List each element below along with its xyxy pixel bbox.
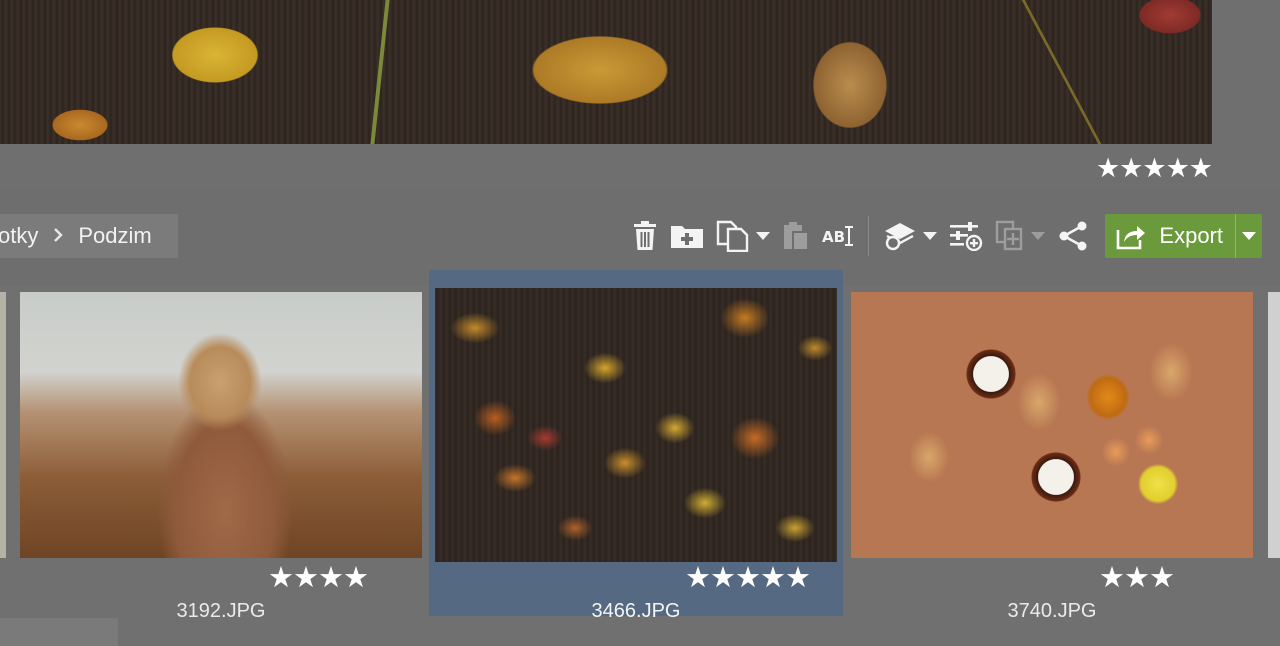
share-icon bbox=[1059, 221, 1087, 251]
new-folder-button[interactable] bbox=[670, 214, 704, 258]
chevron-down-icon bbox=[1031, 232, 1046, 240]
thumbnail-rating[interactable]: ★★★★ bbox=[268, 562, 369, 592]
export-button[interactable]: Export bbox=[1105, 214, 1235, 258]
paste-icon bbox=[784, 222, 810, 251]
chevron-right-icon bbox=[52, 226, 64, 247]
svg-text:AB: AB bbox=[822, 228, 845, 246]
export-button-group: Export bbox=[1105, 214, 1262, 258]
copy-dropdown-button[interactable] bbox=[756, 214, 771, 258]
effects-dropdown-button[interactable] bbox=[923, 214, 938, 258]
batch-icon bbox=[996, 220, 1023, 251]
adjust-button[interactable] bbox=[949, 214, 983, 258]
batch-button[interactable] bbox=[995, 214, 1025, 258]
leaf-stem bbox=[1021, 0, 1102, 144]
chevron-down-icon bbox=[923, 232, 938, 240]
thumbnail-card[interactable]: ★★★ 3740.JPG bbox=[845, 270, 1259, 622]
thumbnail-card[interactable]: ★★★★ 3192.JPG bbox=[14, 270, 428, 622]
copy-icon bbox=[717, 220, 749, 252]
rename-button[interactable]: AB bbox=[822, 214, 854, 258]
copy-to-button[interactable] bbox=[716, 214, 750, 258]
thumbnail-image[interactable] bbox=[851, 292, 1253, 558]
filmstrip: ★★★★ 3192.JPG ★★★★★ 3466.JPG ★★★ 3740.JP… bbox=[0, 270, 1280, 646]
thumbnail-image[interactable] bbox=[20, 292, 422, 558]
leaf-stem bbox=[370, 0, 390, 144]
trash-icon bbox=[634, 221, 657, 250]
rename-icon: AB bbox=[822, 226, 854, 246]
batch-dropdown-button[interactable] bbox=[1031, 214, 1046, 258]
thumbnail-filename: 3466.JPG bbox=[591, 600, 681, 622]
effects-button[interactable] bbox=[883, 214, 917, 258]
scrollbar[interactable] bbox=[0, 618, 118, 646]
new-folder-icon bbox=[671, 226, 704, 248]
preview-rating[interactable]: ★★★★★ bbox=[1096, 154, 1213, 184]
export-dropdown-button[interactable] bbox=[1236, 214, 1262, 258]
breadcrumb: otky Podzim bbox=[0, 214, 178, 258]
thumbnail-image[interactable] bbox=[435, 288, 837, 562]
breadcrumb-item-current[interactable]: Podzim bbox=[78, 223, 151, 249]
effects-icon bbox=[885, 223, 916, 251]
thumbnail-partial-right[interactable] bbox=[1268, 292, 1280, 558]
thumbnail-rating[interactable]: ★★★★★ bbox=[685, 562, 811, 592]
preview-area: ★★★★★ bbox=[0, 0, 1280, 190]
thumbnail-card-selected[interactable]: ★★★★★ 3466.JPG bbox=[429, 270, 843, 622]
export-label: Export bbox=[1159, 223, 1223, 248]
breadcrumb-item[interactable]: otky bbox=[0, 223, 38, 249]
export-icon bbox=[1117, 226, 1146, 250]
chevron-down-icon bbox=[1242, 232, 1256, 240]
chevron-down-icon bbox=[756, 232, 771, 240]
share-button[interactable] bbox=[1057, 214, 1089, 258]
thumbnail-rating[interactable]: ★★★ bbox=[1099, 562, 1175, 592]
thumbnail-partial-left[interactable] bbox=[0, 292, 6, 558]
preview-image[interactable] bbox=[0, 0, 1212, 144]
thumbnail-filename: 3740.JPG bbox=[1007, 600, 1097, 622]
paste-button[interactable] bbox=[782, 214, 810, 258]
toolbar-actions: AB Export bbox=[626, 214, 1262, 258]
toolbar-divider bbox=[868, 216, 870, 256]
delete-button[interactable] bbox=[632, 214, 658, 258]
adjust-icon bbox=[950, 222, 983, 251]
